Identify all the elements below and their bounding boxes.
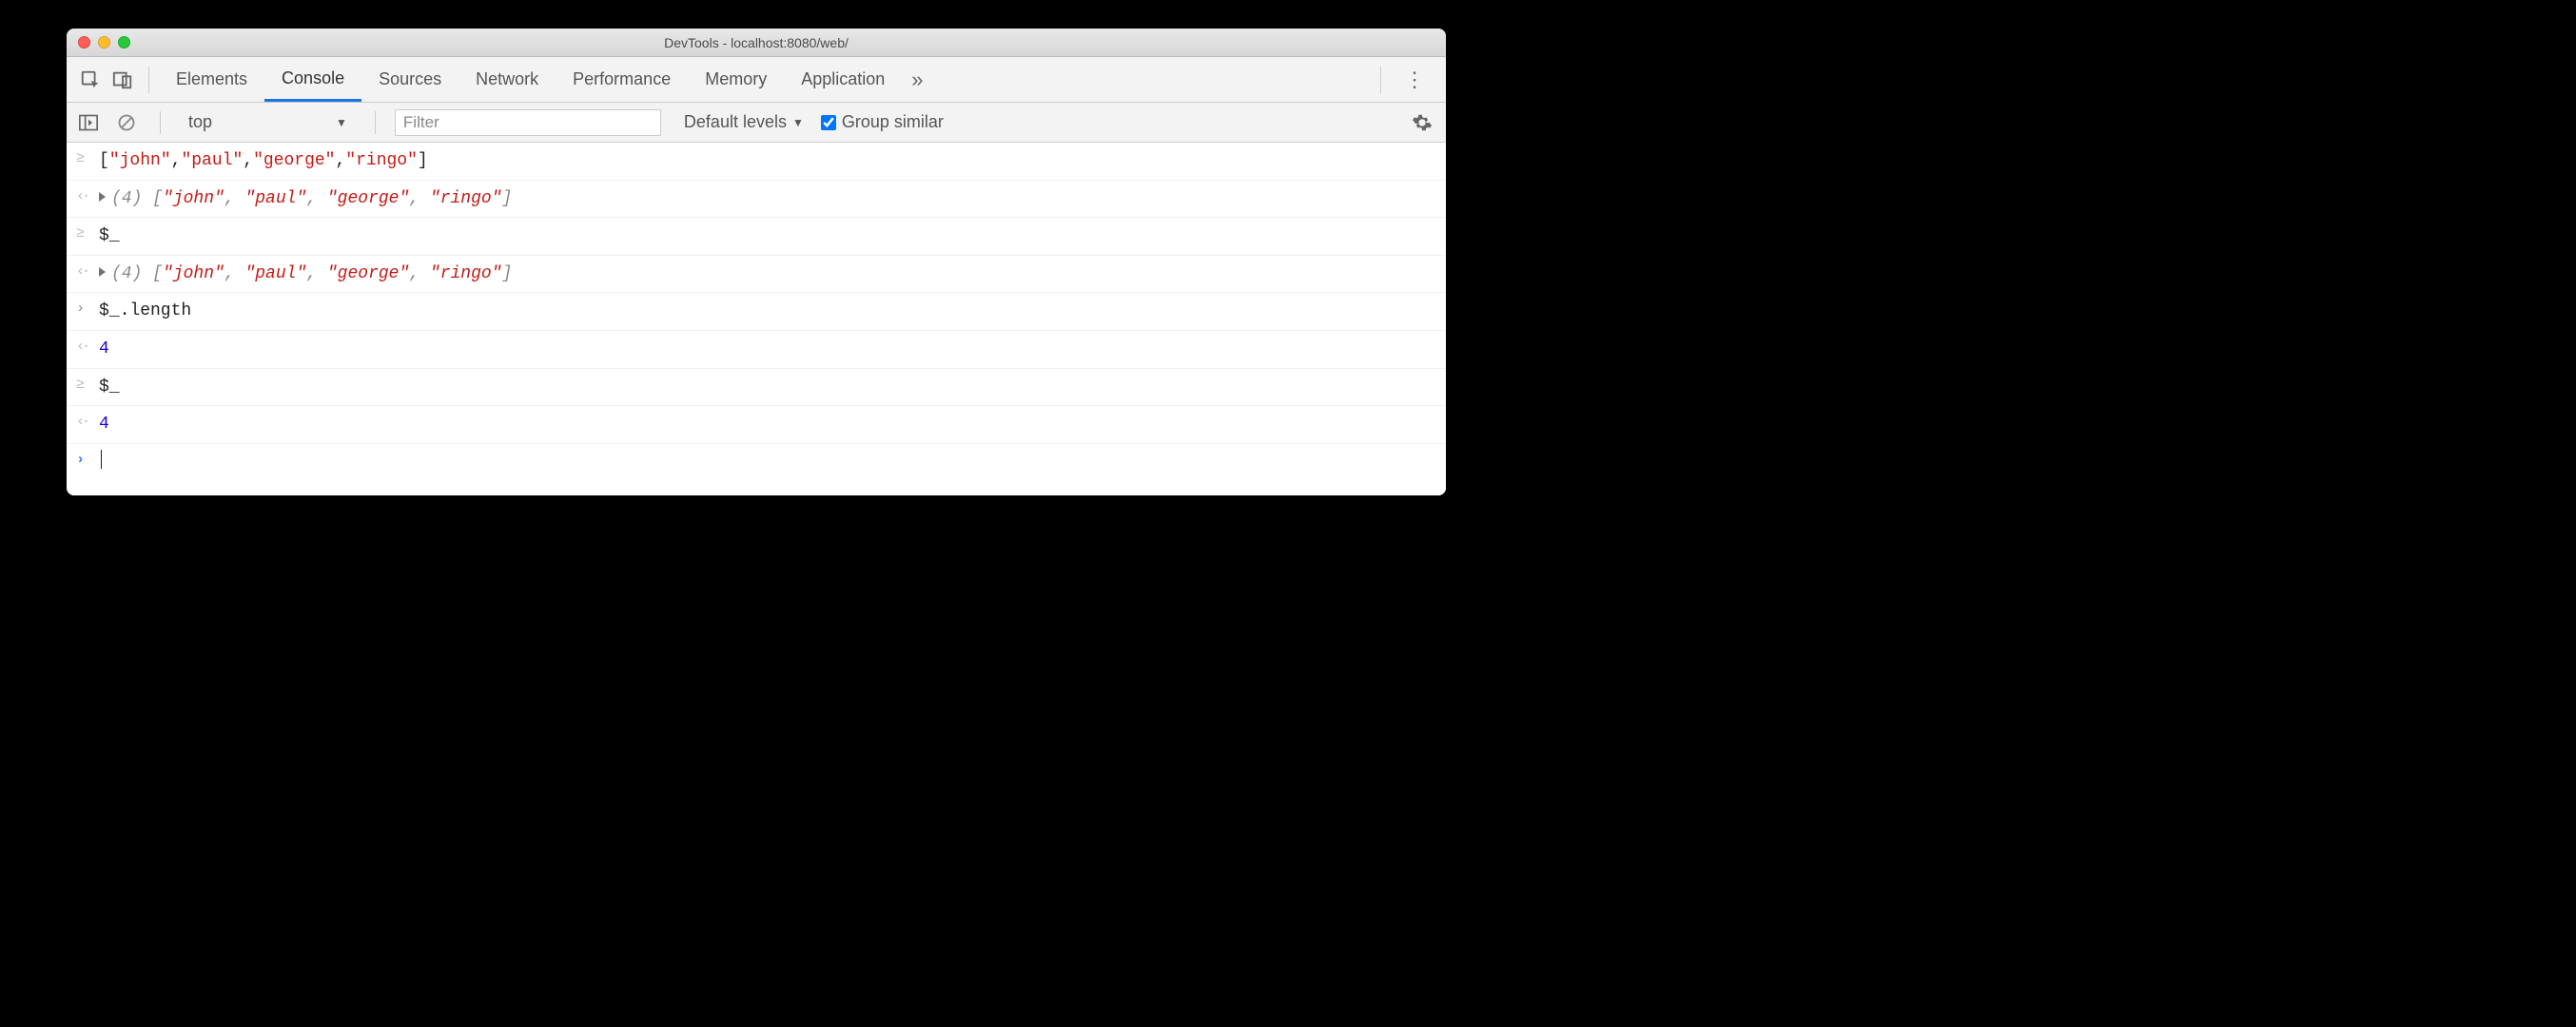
tab-performance[interactable]: Performance <box>556 57 688 102</box>
tab-memory[interactable]: Memory <box>688 57 784 102</box>
tab-application[interactable]: Application <box>784 57 902 102</box>
zoom-window-button[interactable] <box>118 36 130 48</box>
console-content: (4) ["john", "paul", "george", "ringo"] <box>99 260 512 289</box>
devtools-menu-button[interactable]: ⋮ <box>1391 68 1438 92</box>
console-row[interactable]: ‹·4 <box>67 331 1446 369</box>
tab-sources[interactable]: Sources <box>361 57 459 102</box>
console-content: ["john","paul","george","ringo"] <box>99 146 428 176</box>
group-similar-checkbox[interactable] <box>821 115 836 130</box>
console-row[interactable]: ‹·4 <box>67 406 1446 444</box>
console-row[interactable]: ≥$_ <box>67 218 1446 256</box>
toggle-sidebar-icon[interactable] <box>74 108 103 137</box>
device-toolbar-icon[interactable] <box>107 64 139 96</box>
context-label: top <box>188 112 212 132</box>
console-row[interactable]: ‹·(4) ["john", "paul", "george", "ringo"… <box>67 181 1446 219</box>
expand-icon[interactable] <box>99 267 106 277</box>
expand-icon[interactable] <box>99 192 106 202</box>
chevron-down-icon: ▼ <box>792 116 804 129</box>
execution-context-selector[interactable]: top ▼ <box>180 109 356 135</box>
inspect-element-icon[interactable] <box>74 64 107 96</box>
console-row[interactable]: ≥$_ <box>67 369 1446 407</box>
console-row[interactable]: ≥["john","paul","george","ringo"] <box>67 143 1446 181</box>
separator <box>375 111 376 134</box>
separator <box>1380 67 1381 93</box>
separator <box>148 67 149 93</box>
console-row[interactable]: ‹·(4) ["john", "paul", "george", "ringo"… <box>67 256 1446 294</box>
more-tabs-button[interactable]: » <box>902 68 932 92</box>
close-window-button[interactable] <box>78 36 90 48</box>
levels-label: Default levels <box>684 112 787 132</box>
chevron-down-icon: ▼ <box>336 116 347 129</box>
tab-elements[interactable]: Elements <box>159 57 264 102</box>
console-content: $_ <box>99 373 120 402</box>
devtools-window: DevTools - localhost:8080/web/ ElementsC… <box>67 29 1446 495</box>
minimize-window-button[interactable] <box>98 36 110 48</box>
console-settings-icon[interactable] <box>1406 112 1438 133</box>
tab-network[interactable]: Network <box>459 57 556 102</box>
console-content: 4 <box>99 410 109 439</box>
console-prompt-row[interactable]: › <box>67 444 1446 496</box>
window-title: DevTools - localhost:8080/web/ <box>67 35 1446 50</box>
console-input[interactable] <box>99 448 102 477</box>
window-controls <box>67 36 142 48</box>
console-content: 4 <box>99 335 109 364</box>
group-similar-label: Group similar <box>842 112 944 132</box>
separator <box>160 111 161 134</box>
group-similar-toggle[interactable]: Group similar <box>821 112 944 132</box>
tab-console[interactable]: Console <box>264 57 361 102</box>
console-content: (4) ["john", "paul", "george", "ringo"] <box>99 184 512 214</box>
log-levels-selector[interactable]: Default levels ▼ <box>684 112 804 132</box>
console-content: $_ <box>99 222 120 251</box>
main-tabbar: ElementsConsoleSourcesNetworkPerformance… <box>67 57 1446 103</box>
titlebar: DevTools - localhost:8080/web/ <box>67 29 1446 57</box>
console-row[interactable]: ›$_.length <box>67 293 1446 331</box>
clear-console-icon[interactable] <box>112 108 141 137</box>
console-toolbar: top ▼ Default levels ▼ Group similar <box>67 103 1446 143</box>
filter-input[interactable] <box>395 109 661 136</box>
console-log-area[interactable]: ≥["john","paul","george","ringo"]‹·(4) [… <box>67 143 1446 495</box>
console-content: $_.length <box>99 297 191 326</box>
